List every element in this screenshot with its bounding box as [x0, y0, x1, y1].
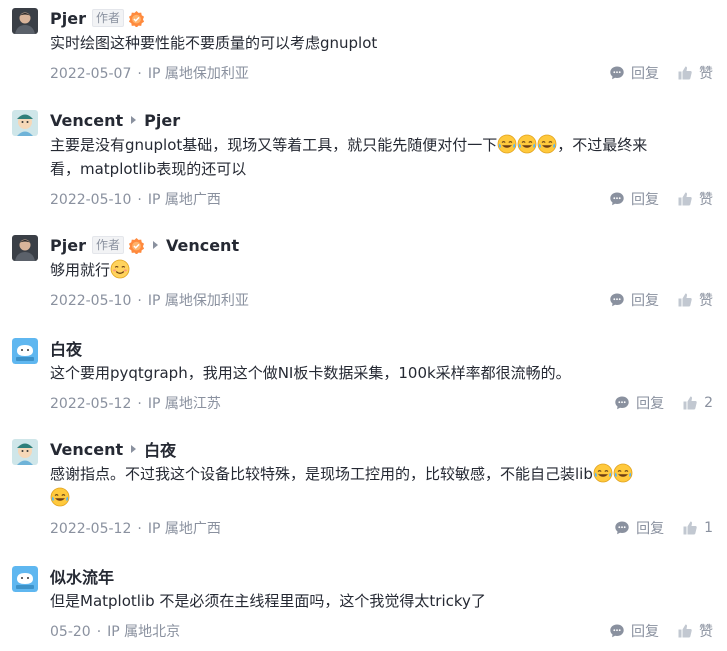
laugh-cry-emoji: [50, 487, 70, 507]
level-badge-icon: [128, 10, 145, 27]
avatar[interactable]: [12, 439, 38, 465]
author-name[interactable]: 白夜: [50, 336, 82, 360]
comment-date: 2022-05-07: [50, 66, 132, 82]
author-name[interactable]: 似水流年: [50, 564, 114, 588]
avatar[interactable]: [12, 110, 38, 136]
comment-text: 实时绘图这种要性能不要质量的可以考虑gnuplot: [50, 34, 378, 52]
thumbs-up-icon: [682, 520, 698, 536]
like-button[interactable]: 赞: [677, 621, 713, 641]
like-button[interactable]: 2: [682, 395, 713, 411]
reply-button[interactable]: 回复: [614, 518, 664, 538]
author-tag: 作者: [91, 236, 124, 254]
reply-arrow-icon: [131, 116, 137, 124]
thumbs-up-icon: [677, 623, 693, 639]
ip-location: IP 属地北京: [107, 624, 181, 640]
author-name[interactable]: Pjer: [50, 236, 86, 255]
reply-button[interactable]: 回复: [609, 63, 659, 83]
laugh-cry-emoji: [517, 134, 537, 154]
reply-button[interactable]: 回复: [609, 290, 659, 310]
laugh-cry-emoji: [593, 463, 613, 483]
comment-icon: [614, 520, 630, 536]
like-button[interactable]: 1: [682, 520, 713, 536]
avatar[interactable]: [12, 338, 38, 364]
laugh-cry-emoji: [613, 463, 633, 483]
comment-date: 2022-05-10: [50, 293, 132, 309]
laugh-cry-emoji: [537, 134, 557, 154]
smile-emoji: [110, 259, 130, 279]
avatar[interactable]: [12, 566, 38, 592]
ip-location: IP 属地保加利亚: [147, 66, 249, 82]
thumbs-up-icon: [677, 191, 693, 207]
comment-text: 但是Matplotlib 不是必须在主线程里面吗，这个我觉得太tricky了: [50, 592, 486, 610]
reply-to-name[interactable]: 白夜: [144, 437, 176, 461]
reply-button[interactable]: 回复: [609, 189, 659, 209]
level-badge-icon: [128, 237, 145, 254]
comment-date: 2022-05-10: [50, 192, 132, 208]
ip-location: IP 属地广西: [147, 192, 221, 208]
comment-date: 05-20: [50, 624, 91, 640]
avatar[interactable]: [12, 235, 38, 261]
reply-arrow-icon: [152, 241, 158, 249]
avatar[interactable]: [12, 8, 38, 34]
comment-icon: [609, 191, 625, 207]
comment-text: 这个要用pyqtgraph，我用这个做NI板卡数据采集，100k采样率都很流畅的…: [50, 364, 571, 382]
comment-text: 够用就行: [50, 258, 713, 282]
reply-arrow-icon: [131, 445, 137, 453]
reply-to-name[interactable]: Pjer: [144, 111, 180, 130]
author-name[interactable]: Pjer: [50, 9, 86, 28]
author-name[interactable]: Vencent: [50, 111, 123, 130]
ip-location: IP 属地保加利亚: [147, 293, 249, 309]
comment-date: 2022-05-12: [50, 521, 132, 537]
reply-to-name[interactable]: Vencent: [166, 236, 239, 255]
ip-location: IP 属地江苏: [147, 396, 221, 412]
like-button[interactable]: 赞: [677, 189, 713, 209]
comment-icon: [609, 65, 625, 81]
comment-text: 主要是没有gnuplot基础，现场又等着工具，就只能先随便对付一下 ，不过最终来看…: [50, 134, 648, 178]
thumbs-up-icon: [682, 395, 698, 411]
comment-icon: [614, 395, 630, 411]
comment-text: 感谢指点。不过我这个设备比较特殊，是现场工控用的，比较敏感，不能自己装lib: [50, 462, 713, 510]
like-button[interactable]: 赞: [677, 63, 713, 83]
thumbs-up-icon: [677, 65, 693, 81]
ip-location: IP 属地广西: [147, 521, 221, 537]
comment-icon: [609, 623, 625, 639]
like-button[interactable]: 赞: [677, 290, 713, 310]
thumbs-up-icon: [677, 292, 693, 308]
author-name[interactable]: Vencent: [50, 440, 123, 459]
comment-icon: [609, 292, 625, 308]
comment-date: 2022-05-12: [50, 396, 132, 412]
author-tag: 作者: [91, 9, 124, 27]
reply-button[interactable]: 回复: [609, 621, 659, 641]
laugh-cry-emoji: [497, 134, 517, 154]
reply-button[interactable]: 回复: [614, 393, 664, 413]
